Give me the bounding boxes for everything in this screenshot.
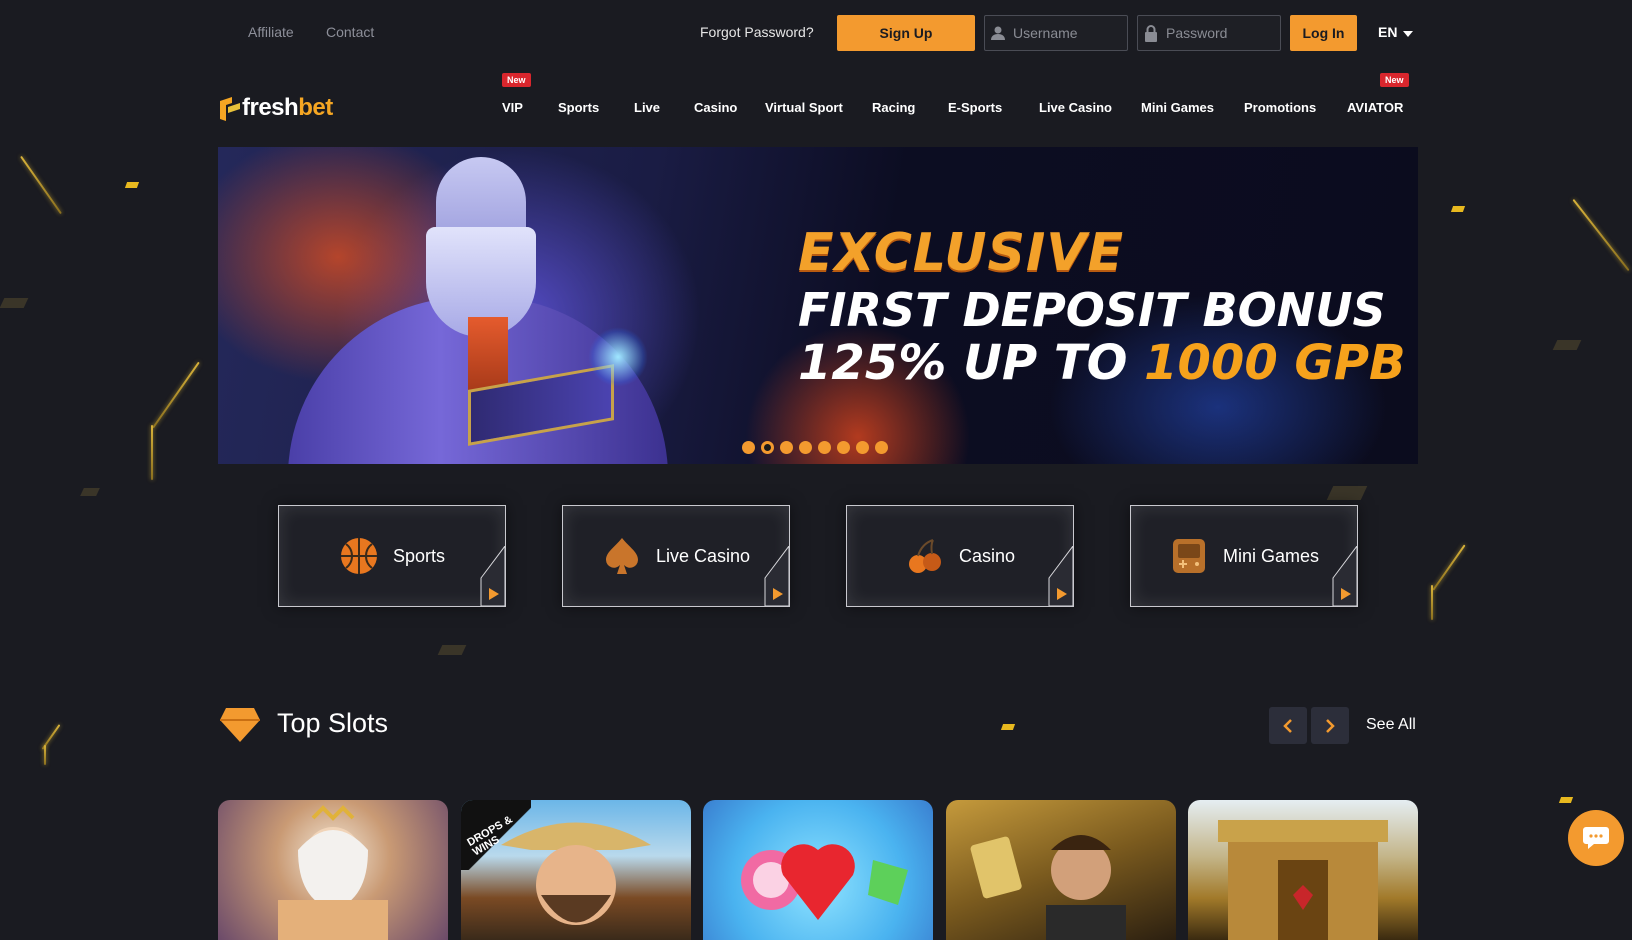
tile-label: Live Casino <box>655 545 751 566</box>
nav-item-live[interactable]: Live <box>634 100 660 115</box>
carousel-dot[interactable] <box>856 441 869 454</box>
banner-headline: EXCLUSIVE FIRST DEPOSIT BONUS 125% UP TO… <box>798 227 1406 387</box>
chat-bubble-icon <box>1583 827 1609 849</box>
category-tile-casino[interactable]: Casino <box>846 505 1074 607</box>
carousel-dot[interactable] <box>875 441 888 454</box>
slots-next-button[interactable] <box>1311 707 1349 744</box>
spade-icon <box>602 536 642 576</box>
carousel-dot[interactable] <box>780 441 793 454</box>
language-label: EN <box>1378 24 1398 40</box>
category-tile-mini-games[interactable]: Mini Games <box>1130 505 1358 607</box>
tile-label: Sports <box>392 545 446 566</box>
lock-icon <box>1138 24 1164 42</box>
language-selector[interactable]: EN <box>1378 24 1414 40</box>
tile-corner-arrow-icon <box>1048 546 1073 606</box>
magic-glow <box>588 327 648 387</box>
banner-line-3: 125% UP TO 1000 GPB <box>798 339 1406 387</box>
explorer-illustration <box>970 835 1126 940</box>
username-input[interactable] <box>1011 24 1115 42</box>
tile-corner-arrow-icon <box>764 546 789 606</box>
nav-item-aviator[interactable]: New AVIATOR <box>1347 73 1409 115</box>
nav-item-live-casino[interactable]: Live Casino <box>1039 100 1112 115</box>
affiliate-link[interactable]: Affiliate <box>248 24 294 40</box>
tile-label: Casino <box>958 545 1016 566</box>
contact-link[interactable]: Contact <box>326 24 374 40</box>
banner-line-2: FIRST DEPOSIT BONUS <box>798 283 1386 337</box>
new-badge: New <box>502 73 531 87</box>
slot-game-card[interactable]: DROPS & WINS <box>461 800 691 940</box>
slot-game-card[interactable] <box>946 800 1176 940</box>
username-field[interactable] <box>984 15 1128 51</box>
tile-label: Mini Games <box>1222 545 1320 566</box>
password-field[interactable] <box>1137 15 1281 51</box>
log-in-button[interactable]: Log In <box>1290 15 1357 51</box>
gamepad-icon <box>1169 536 1209 576</box>
carousel-dot[interactable] <box>799 441 812 454</box>
slot-game-card[interactable] <box>1188 800 1418 940</box>
slot-game-card[interactable] <box>218 800 448 940</box>
hero-banner[interactable]: EXCLUSIVE FIRST DEPOSIT BONUS 125% UP TO… <box>218 147 1418 464</box>
nav-item-mini-games[interactable]: Mini Games <box>1141 100 1214 115</box>
nav-label: AVIATOR <box>1347 100 1404 115</box>
nav-item-racing[interactable]: Racing <box>872 100 915 115</box>
password-input[interactable] <box>1164 24 1268 42</box>
carousel-dot-active[interactable] <box>761 441 774 454</box>
nav-item-vip[interactable]: New VIP <box>502 73 531 115</box>
category-tile-live-casino[interactable]: Live Casino <box>562 505 790 607</box>
tile-corner-arrow-icon <box>1332 546 1357 606</box>
sign-up-button[interactable]: Sign Up <box>837 15 975 51</box>
forgot-password-link[interactable]: Forgot Password? <box>700 24 814 40</box>
see-all-link[interactable]: See All <box>1366 716 1416 734</box>
nav-item-e-sports[interactable]: E-Sports <box>948 100 1002 115</box>
temple-illustration <box>1218 820 1388 940</box>
chevron-down-icon <box>1403 24 1414 40</box>
chevron-left-icon <box>1283 718 1292 733</box>
nav-item-promotions[interactable]: Promotions <box>1244 100 1316 115</box>
carousel-dot[interactable] <box>818 441 831 454</box>
cowboy-illustration <box>501 822 651 925</box>
tile-corner-arrow-icon <box>480 546 505 606</box>
candy-illustration <box>741 844 908 920</box>
live-chat-button[interactable] <box>1568 810 1624 866</box>
nav-item-virtual-sport[interactable]: Virtual Sport <box>765 100 843 115</box>
category-tile-sports[interactable]: Sports <box>278 505 506 607</box>
carousel-dots <box>742 441 888 454</box>
banner-line-3b: 1000 GPB <box>1144 335 1406 391</box>
new-badge: New <box>1380 73 1409 87</box>
slots-prev-button[interactable] <box>1269 707 1307 744</box>
top-bar: Affiliate Contact Forgot Password? Sign … <box>0 14 1632 52</box>
carousel-dot[interactable] <box>837 441 850 454</box>
banner-line-3a: 125% UP TO <box>798 335 1145 391</box>
nav-item-casino[interactable]: Casino <box>694 100 737 115</box>
slot-game-card[interactable] <box>703 800 933 940</box>
banner-line-1: EXCLUSIVE <box>798 223 1125 283</box>
cherry-icon <box>905 536 945 576</box>
chevron-right-icon <box>1326 718 1335 733</box>
nav-label: VIP <box>502 100 523 115</box>
zeus-illustration <box>278 805 388 940</box>
carousel-dot[interactable] <box>742 441 755 454</box>
basketball-icon <box>339 536 379 576</box>
top-slots-title: Top Slots <box>277 708 389 738</box>
nav-item-sports[interactable]: Sports <box>558 100 599 115</box>
main-nav: New VIP Sports Live Casino Virtual Sport… <box>0 73 1632 120</box>
gem-icon <box>220 706 260 749</box>
user-icon <box>985 25 1011 41</box>
